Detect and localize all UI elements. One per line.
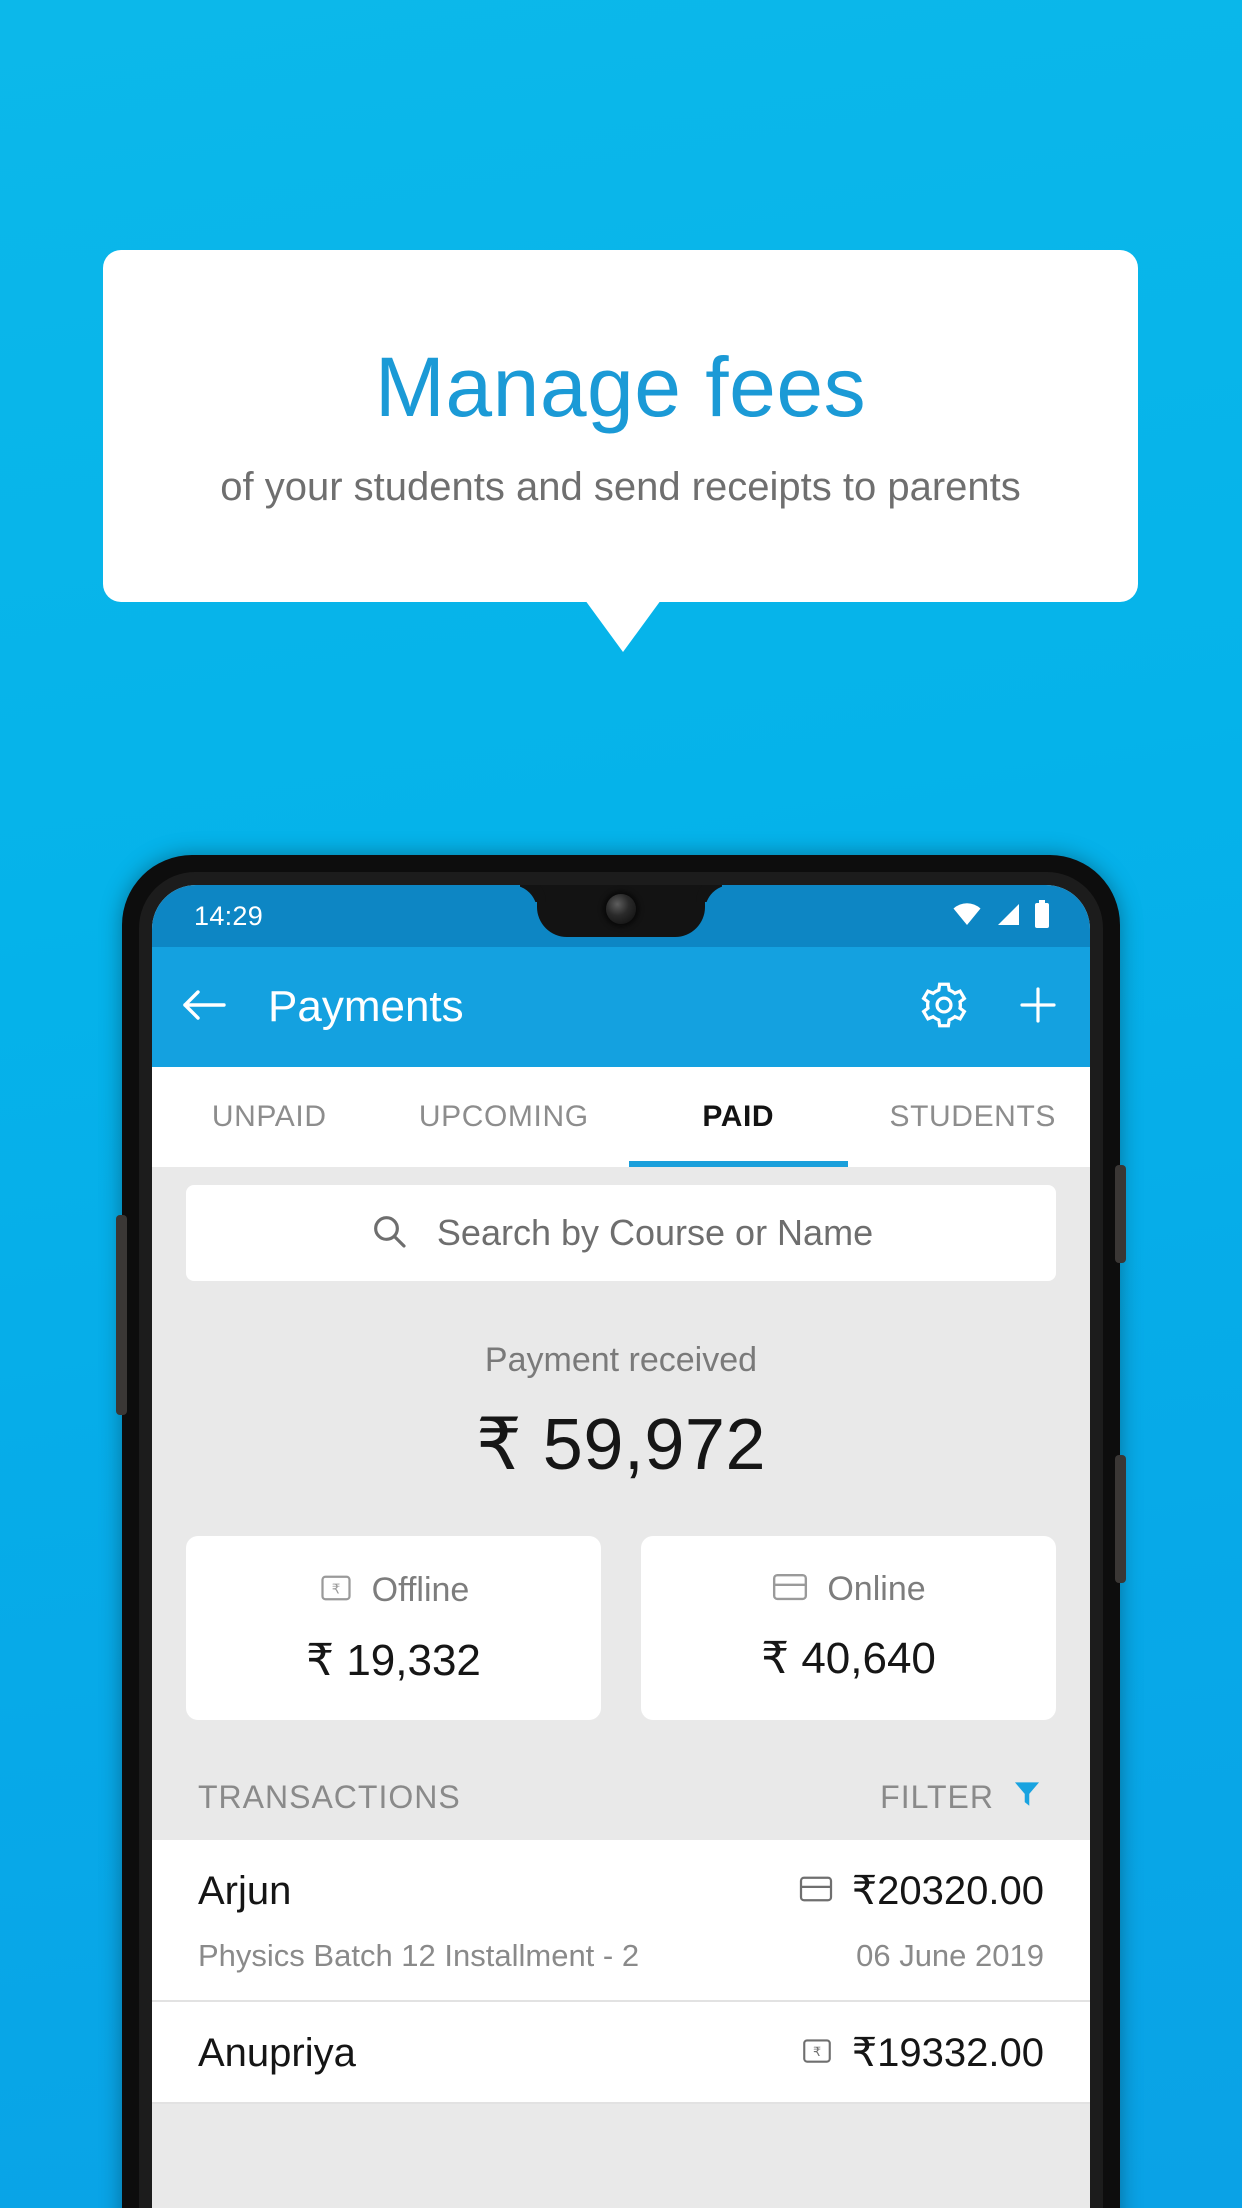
filter-funnel-icon [1010,1776,1044,1818]
promo-bubble-tail [585,600,661,652]
credit-card-icon [798,1873,834,1910]
offline-card-head: ₹ Offline [216,1570,571,1611]
table-row[interactable]: Anupriya ₹ ₹19332.00 [152,2002,1090,2104]
online-card-head: Online [671,1570,1026,1609]
display-notch [537,885,705,937]
payment-summary: Payment received ₹ 59,972 [152,1281,1090,1486]
phone-device: 14:29 Payments UNPAID UPCOMING PAID STUD… [116,855,1126,2208]
offline-card[interactable]: ₹ Offline ₹ 19,332 [186,1536,601,1720]
filter-label: FILTER [880,1778,994,1815]
status-bar: 14:29 [152,885,1090,947]
promo-screenshot: Manage fees of your students and send re… [0,0,1242,2208]
plus-icon[interactable] [1014,981,1062,1034]
payment-received-label: Payment received [484,1341,758,1379]
transaction-date: 06 June 2019 [856,1938,1044,1973]
app-bar-title: Payments [268,982,464,1031]
search-icon [369,1211,409,1256]
offline-amount: ₹ 19,332 [306,1636,481,1685]
front-camera-icon [606,894,636,924]
promo-title: Manage fees [374,340,867,434]
back-arrow-icon[interactable] [180,984,228,1031]
volume-button-left[interactable] [116,1215,127,1415]
search-input[interactable]: Search by Course or Name [186,1185,1056,1281]
payment-received-amount: ₹ 59,972 [475,1405,767,1485]
transaction-secondary-line: Physics Batch 12 Installment - 2 06 June… [198,1938,1044,1974]
payment-breakdown: ₹ Offline ₹ 19,332 Online ₹ 40,640 [152,1486,1090,1754]
svg-text:₹: ₹ [813,2045,821,2060]
svg-text:₹: ₹ [331,1581,340,1597]
phone-viewport: 14:29 Payments UNPAID UPCOMING PAID STUD… [152,885,1090,2208]
offline-label: Offline [371,1571,470,1609]
transaction-amount-group: ₹20320.00 [798,1868,1044,1914]
tab-paid[interactable]: PAID [621,1067,856,1167]
transaction-description: Physics Batch 12 Installment - 2 [198,1938,640,1973]
table-row[interactable]: Arjun ₹20320.00 Physics Batch 12 Install… [152,1840,1090,2002]
promo-subtitle: of your students and send receipts to pa… [220,465,1021,509]
rupee-box-icon: ₹ [800,2034,834,2073]
transaction-name: Arjun [198,1868,292,1913]
rupee-box-icon: ₹ [318,1570,354,1611]
transactions-list: Arjun ₹20320.00 Physics Batch 12 Install… [152,1840,1090,2104]
search-placeholder: Search by Course or Name [436,1212,874,1253]
promo-bubble: Manage fees of your students and send re… [103,250,1138,602]
transactions-title: TRANSACTIONS [198,1778,461,1815]
transaction-primary-line: Anupriya ₹ ₹19332.00 [198,2030,1044,2076]
online-card[interactable]: Online ₹ 40,640 [641,1536,1056,1720]
tab-unpaid[interactable]: UNPAID [152,1067,387,1167]
battery-icon [1034,899,1050,933]
tab-students[interactable]: STUDENTS [856,1067,1091,1167]
transactions-header: TRANSACTIONS FILTER [152,1754,1090,1840]
status-icons [952,899,1060,933]
transaction-amount: ₹20320.00 [851,1869,1044,1913]
volume-button-right[interactable] [1115,1455,1126,1583]
online-label: Online [827,1570,926,1608]
tab-bar: UNPAID UPCOMING PAID STUDENTS [152,1067,1090,1167]
search-zone: Search by Course or Name [152,1167,1090,1281]
gear-icon[interactable] [918,979,970,1036]
tab-upcoming[interactable]: UPCOMING [387,1067,622,1167]
filter-button[interactable]: FILTER [880,1776,1044,1818]
online-amount: ₹ 40,640 [761,1634,936,1683]
transaction-amount: ₹19332.00 [851,2031,1044,2075]
transaction-primary-line: Arjun ₹20320.00 [198,1868,1044,1914]
status-time: 14:29 [194,900,264,931]
power-button[interactable] [1115,1165,1126,1263]
wifi-icon [952,901,982,932]
app-bar: Payments [152,947,1090,1067]
transaction-name: Anupriya [198,2030,356,2075]
signal-icon [995,901,1021,932]
credit-card-icon [771,1570,809,1609]
transaction-amount-group: ₹ ₹19332.00 [800,2030,1044,2076]
